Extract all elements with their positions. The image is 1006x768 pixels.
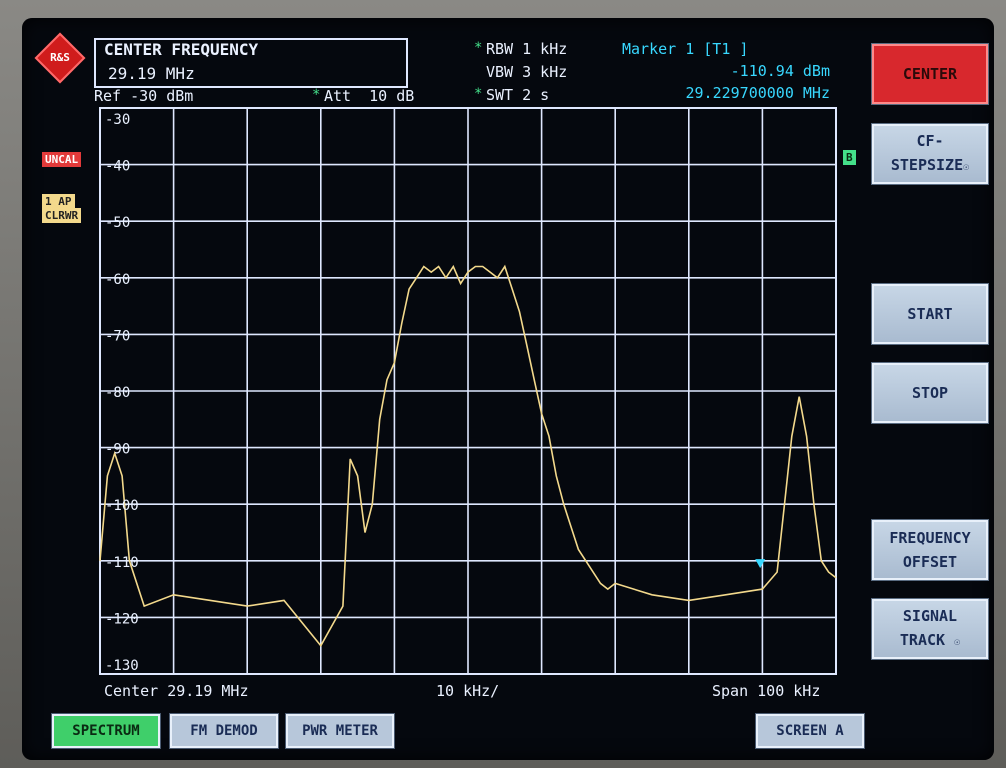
center-softkey-label: CENTER xyxy=(902,65,958,83)
center-softkey[interactable]: CENTER xyxy=(872,44,988,104)
y-tick-label: -30 xyxy=(105,112,130,128)
spectrum-plot: -30 -40 -50 -60 -70 -80 -90 -100 -110 -120 -130 xyxy=(99,107,837,675)
fm-demod-mode-key[interactable]: FM DEMOD xyxy=(170,714,278,748)
vbw: VBW 3 kHz xyxy=(486,63,568,81)
signal-track-softkey[interactable]: SIGNAL TRACK ☉ xyxy=(872,599,988,659)
plot-grid xyxy=(100,108,836,674)
screen-a-key[interactable]: SCREEN A xyxy=(756,714,864,748)
signal-track-label-2: TRACK xyxy=(899,630,946,649)
y-tick-label: -130 xyxy=(105,658,139,674)
rbw: RBW 1 kHz xyxy=(486,40,568,58)
spectrum-mode-label: SPECTRUM xyxy=(72,723,140,739)
center-frequency-value: 29.19 MHz xyxy=(108,64,195,83)
y-tick-labels: -30 -40 -50 -60 -70 -80 -90 -100 -110 -120 -130 xyxy=(105,112,139,674)
footer-center: Center 29.19 MHz xyxy=(104,682,249,700)
frequency-offset-label-1: FREQUENCY xyxy=(889,529,971,547)
marker-1-symbol xyxy=(755,559,766,569)
footer-div: 10 kHz/ xyxy=(436,682,500,700)
trace-mode-ap-tag: 1 AP xyxy=(42,194,75,209)
y-tick-label: -50 xyxy=(105,215,130,231)
ref-level: Ref -30 dBm xyxy=(94,87,194,105)
start-softkey-label: START xyxy=(907,305,953,323)
stop-softkey[interactable]: STOP xyxy=(872,363,988,423)
start-softkey[interactable]: START xyxy=(872,284,988,344)
screen-a-label: SCREEN A xyxy=(776,723,844,739)
signal-track-label-1: SIGNAL xyxy=(902,606,958,625)
y-tick-label: -110 xyxy=(105,555,139,571)
more-options-icon: ☉ xyxy=(954,636,961,648)
y-tick-label: -60 xyxy=(105,272,130,288)
logo-text: R&S xyxy=(50,51,70,64)
marker-level: -110.94 dBm xyxy=(730,62,830,80)
swt-star: * xyxy=(474,86,483,102)
cf-stepsize-label-2: STEPSIZE xyxy=(890,155,964,174)
y-tick-label: -80 xyxy=(105,385,130,401)
y-tick-label: -40 xyxy=(105,159,130,175)
fm-demod-mode-label: FM DEMOD xyxy=(190,723,258,739)
marker-title: Marker 1 [T1 ] xyxy=(622,40,749,58)
pwr-meter-mode-label: PWR METER xyxy=(302,723,378,739)
y-tick-label: -100 xyxy=(105,498,139,514)
uncal-tag: UNCAL xyxy=(42,152,82,167)
frequency-offset-softkey[interactable]: FREQUENCY OFFSET xyxy=(872,520,988,580)
b-tag: B xyxy=(843,150,856,165)
y-tick-label: -90 xyxy=(105,442,130,458)
cf-stepsize-label-1: CF- xyxy=(916,131,944,150)
stop-softkey-label: STOP xyxy=(911,384,949,402)
y-tick-label: -70 xyxy=(105,328,130,344)
trace-mode-clrwr-tag: CLRWR xyxy=(42,208,82,223)
cf-stepsize-softkey[interactable]: CF- STEPSIZE☉ xyxy=(872,124,988,184)
y-tick-label: -120 xyxy=(105,611,139,627)
more-options-icon: ☉ xyxy=(963,161,970,173)
rbw-star: * xyxy=(474,40,483,56)
pwr-meter-mode-key[interactable]: PWR METER xyxy=(286,714,394,748)
footer-span: Span 100 kHz xyxy=(712,682,821,700)
frequency-offset-label-2: OFFSET xyxy=(902,553,958,571)
spectrum-mode-key[interactable]: SPECTRUM xyxy=(52,714,160,748)
marker-frequency: 29.229700000 MHz xyxy=(685,84,831,102)
att-star: * xyxy=(312,87,321,103)
sweep-time: SWT 2 s xyxy=(486,86,550,104)
center-frequency-title: CENTER FREQUENCY xyxy=(104,40,259,59)
attenuation: Att 10 dB xyxy=(324,87,415,105)
